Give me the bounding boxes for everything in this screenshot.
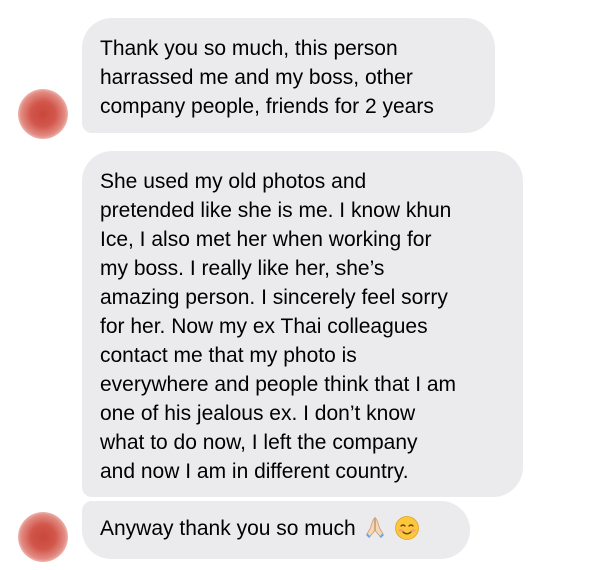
message-line: contact me that my photo is [100, 344, 357, 367]
praying-hands-icon [362, 515, 388, 541]
message-line: She used my old photos and [100, 170, 367, 193]
message-line: for her. Now my ex Thai colleagues [100, 315, 428, 338]
message-line: Thank you so much, this person [100, 37, 398, 60]
message-line: one of his jealous ex. I don’t know [100, 402, 416, 425]
sender-avatar[interactable] [18, 512, 68, 562]
sender-avatar[interactable] [18, 89, 68, 139]
message-line: my boss. I really like her, she’s [100, 257, 385, 280]
message-line: what to do now, I left the company [100, 431, 418, 454]
message-line: Ice, I also met her when working for [100, 228, 432, 251]
message-line: harrassed me and my boss, other [100, 66, 413, 89]
smiling-face-icon [394, 515, 420, 541]
message-bubble-1[interactable]: Thank you so much, this person harrassed… [82, 18, 495, 133]
chat-thread: Thank you so much, this person harrassed… [0, 0, 600, 570]
message-text: Anyway thank you so much [100, 516, 356, 540]
message-bubble-2[interactable]: She used my old photos and pretended lik… [82, 151, 523, 497]
message-line: amazing person. I sincerely feel sorry [100, 286, 448, 309]
message-line: pretended like she is me. I know khun [100, 199, 452, 222]
message-bubble-3[interactable]: Anyway thank you so much [82, 501, 470, 559]
message-line: company people, friends for 2 years [100, 95, 434, 118]
message-line: everywhere and people think that I am [100, 373, 457, 396]
message-line: and now I am in different country. [100, 460, 409, 483]
